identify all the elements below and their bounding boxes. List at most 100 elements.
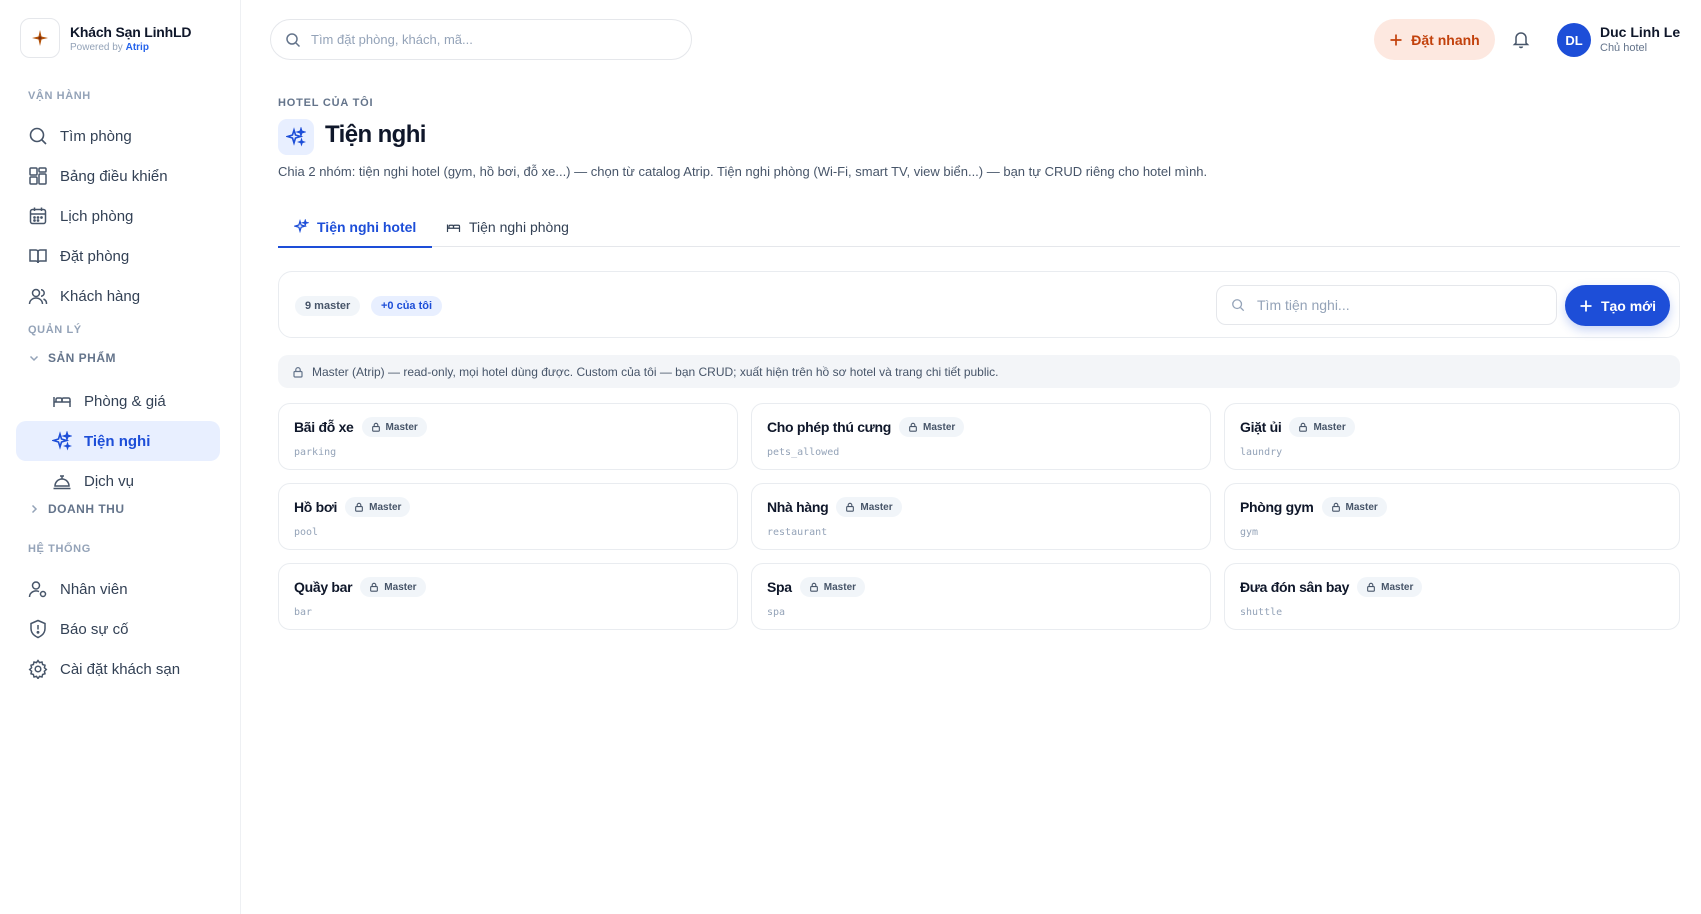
- amenity-name: Hồ bơi: [294, 499, 338, 515]
- master-badge: Master: [1357, 577, 1423, 597]
- tab-room-amenities[interactable]: Tiện nghi phòng: [430, 207, 585, 247]
- lock-icon: [371, 422, 380, 432]
- sparkles-icon: [52, 431, 72, 451]
- compass-star-icon: [32, 30, 48, 46]
- amenity-card-pets[interactable]: Cho phép thú cưng Master pets_allowed: [751, 403, 1211, 470]
- master-badge-label: Master: [385, 421, 418, 433]
- sidebar-item-dashboard[interactable]: Bảng điều khiển: [16, 156, 220, 196]
- sidebar-item-label: Dịch vụ: [84, 472, 135, 490]
- amenity-card-gym[interactable]: Phòng gym Master gym: [1224, 483, 1680, 550]
- amenity-card-spa[interactable]: Spa Master spa: [751, 563, 1211, 630]
- amenity-search[interactable]: [1216, 285, 1557, 325]
- chevron-down-icon: [29, 355, 39, 362]
- master-badge-label: Master: [923, 421, 956, 433]
- amenity-code: pool: [294, 527, 319, 538]
- service-bell-icon: [53, 475, 71, 490]
- amenity-card-head: Cho phép thú cưng Master: [767, 417, 965, 437]
- search-icon: [29, 127, 47, 145]
- amenity-name: Giặt ủi: [1240, 419, 1282, 435]
- info-banner-text: Master (Atrip) — read-only, mọi hotel dù…: [312, 364, 999, 379]
- user-name[interactable]: Duc Linh Le: [1600, 24, 1680, 40]
- master-badge-label: Master: [1345, 501, 1378, 513]
- group-revenue-toggle[interactable]: DOANH THU: [28, 502, 125, 516]
- amenity-code: restaurant: [767, 527, 828, 538]
- sidebar-item-hotel-settings[interactable]: Cài đặt khách sạn: [16, 649, 220, 689]
- shield-icon: [30, 619, 46, 639]
- amenity-card-head: Giặt ủi Master: [1240, 417, 1355, 437]
- plus-icon: [1390, 34, 1402, 45]
- page-title: Tiện nghi: [325, 121, 426, 148]
- master-badge-label: Master: [1381, 581, 1414, 593]
- amenity-card-laundry[interactable]: Giặt ủi Master laundry: [1224, 403, 1680, 470]
- hotel-logo: [20, 18, 60, 58]
- plus-icon: [1580, 300, 1592, 311]
- global-search[interactable]: [270, 19, 692, 60]
- master-badge: Master: [899, 417, 965, 437]
- master-badge: Master: [836, 497, 902, 517]
- amenity-card-bar[interactable]: Quầy bar Master bar: [278, 563, 738, 630]
- amenity-name: Spa: [767, 579, 792, 595]
- amenity-card-parking[interactable]: Bãi đỗ xe Master parking: [278, 403, 738, 470]
- global-search-input[interactable]: [311, 32, 671, 47]
- quick-booking-button[interactable]: Đặt nhanh: [1374, 19, 1495, 60]
- brand[interactable]: Khách Sạn LinhLD Powered by Atrip: [20, 18, 191, 58]
- amenity-code: pets_allowed: [767, 447, 840, 458]
- quick-booking-label: Đặt nhanh: [1411, 31, 1480, 48]
- lock-icon: [809, 582, 818, 592]
- lock-icon: [846, 502, 855, 512]
- calendar-icon: [29, 207, 47, 225]
- amenity-name: Bãi đỗ xe: [294, 419, 354, 435]
- dashboard-icon: [29, 167, 47, 185]
- amenity-card-pool[interactable]: Hồ bơi Master pool: [278, 483, 738, 550]
- lock-icon: [293, 366, 303, 378]
- master-badge-label: Master: [384, 581, 417, 593]
- sidebar-item-label: Cài đặt khách sạn: [60, 660, 181, 678]
- group-products-toggle[interactable]: SẢN PHẨM: [28, 351, 116, 365]
- tab-hotel-amenities[interactable]: Tiện nghi hotel: [278, 207, 433, 248]
- amenity-code: laundry: [1240, 447, 1283, 458]
- create-amenity-label: Tạo mới: [1600, 297, 1657, 314]
- amenity-card-head: Đưa đón sân bay Master: [1240, 577, 1423, 597]
- amenity-name: Phòng gym: [1240, 499, 1314, 515]
- powered-brand: Atrip: [125, 41, 149, 53]
- amenity-name: Quầy bar: [294, 579, 353, 595]
- sidebar-item-rooms-prices[interactable]: Phòng & giá: [40, 381, 220, 421]
- sidebar-item-bookings[interactable]: Đặt phòng: [16, 236, 220, 276]
- amenity-card-head: Phòng gym Master: [1240, 497, 1387, 517]
- avatar[interactable]: DL: [1557, 23, 1591, 57]
- sidebar-item-staff[interactable]: Nhân viên: [16, 569, 220, 609]
- sparkles-icon: [286, 127, 306, 147]
- brand-powered: Powered by Atrip: [70, 42, 191, 53]
- bell-icon[interactable]: [1511, 29, 1531, 49]
- amenity-card-shuttle[interactable]: Đưa đón sân bay Master shuttle: [1224, 563, 1680, 630]
- master-count-badge: 9 master: [295, 296, 361, 316]
- lock-icon: [1367, 582, 1375, 592]
- sidebar-item-search-rooms[interactable]: Tìm phòng: [16, 116, 220, 156]
- create-amenity-button[interactable]: Tạo mới: [1565, 285, 1670, 326]
- amenity-card-head: Bãi đỗ xe Master: [294, 417, 427, 437]
- sidebar-item-amenities[interactable]: Tiện nghi: [16, 421, 220, 461]
- master-badge-label: Master: [369, 501, 402, 513]
- amenity-tabs: Tiện nghi hotel Tiện nghi phòng: [278, 207, 1680, 248]
- lock-icon: [1331, 502, 1340, 512]
- section-ops: VẬN HÀNH: [28, 90, 91, 102]
- info-banner: Master (Atrip) — read-only, mọi hotel dù…: [278, 355, 1680, 388]
- users-icon: [28, 288, 48, 305]
- book-icon: [29, 249, 47, 264]
- sparkles-icon: [294, 219, 309, 234]
- sidebar-item-customers[interactable]: Khách hàng: [16, 276, 220, 316]
- lock-icon: [1299, 422, 1308, 432]
- master-badge: Master: [799, 577, 866, 597]
- sidebar-item-report-incident[interactable]: Báo sự cố: [16, 609, 220, 649]
- master-badge: Master: [360, 577, 426, 597]
- section-management: QUẢN LÝ: [28, 324, 82, 336]
- amenity-card-restaurant[interactable]: Nhà hàng Master restaurant: [751, 483, 1211, 550]
- amenity-search-input[interactable]: [1257, 297, 1537, 313]
- sidebar-item-calendar[interactable]: Lịch phòng: [16, 196, 220, 236]
- tab-label: Tiện nghi phòng: [469, 219, 569, 235]
- search-icon: [286, 32, 301, 47]
- sidebar: Khách Sạn LinhLD Powered by Atrip VẬN HÀ…: [0, 0, 241, 914]
- amenity-code: spa: [767, 607, 786, 618]
- sidebar-item-label: Nhân viên: [60, 580, 128, 598]
- sidebar-item-services[interactable]: Dịch vụ: [40, 461, 220, 501]
